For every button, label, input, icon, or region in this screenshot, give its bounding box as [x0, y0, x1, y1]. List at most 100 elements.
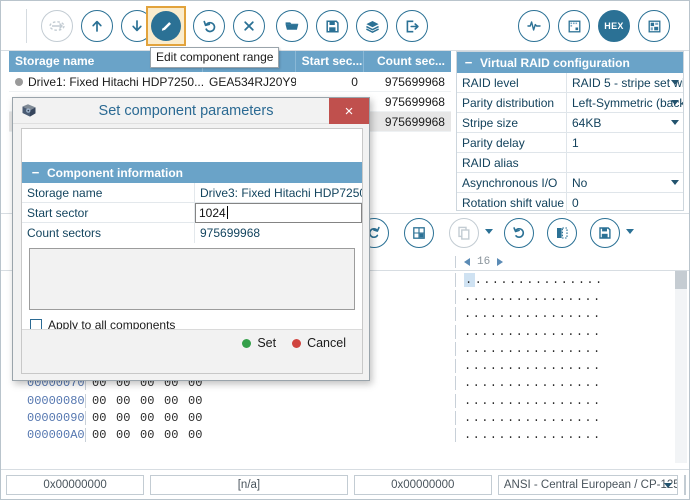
remove-icon[interactable] — [233, 10, 265, 42]
cell-storage-id: GEA534RJ20Y9TA — [208, 74, 296, 89]
main-toolbar: HEX — [1, 1, 689, 51]
field-value-storage-name: Drive3: Fixed Hitachi HDP725050GLA360 — [200, 185, 362, 200]
partition-icon[interactable] — [638, 10, 670, 42]
book-view-icon[interactable] — [547, 218, 577, 248]
raid-row-rotation-shift: Rotation shift value 0 — [457, 193, 683, 213]
column-header-count-sectors[interactable]: Count sec... — [364, 51, 451, 72]
raid-key-parity-distribution: Parity distribution — [457, 92, 567, 113]
table-row[interactable]: Drive1: Fixed Hitachi HDP7250... GEA534R… — [9, 72, 451, 92]
hex-ascii[interactable]: ................ — [455, 307, 689, 322]
field-label-storage-name: Storage name — [22, 182, 195, 203]
hex-ascii[interactable]: ................ — [455, 272, 689, 287]
copy-dropdown-caret-icon[interactable] — [485, 229, 493, 234]
copy-icon[interactable] — [449, 218, 479, 248]
status-offset-hex[interactable]: 0x00000000 — [6, 474, 145, 495]
hex-ascii-header: 16 — [455, 256, 689, 268]
hex-row[interactable]: 00000090 00 00 00 00 00 ................ — [1, 409, 689, 426]
cell-count-sectors: 975699968 — [384, 74, 445, 89]
save-icon[interactable] — [316, 10, 348, 42]
grid-map-icon[interactable] — [558, 10, 590, 42]
hex-row[interactable]: 00000080 00 00 00 00 00 ................ — [1, 392, 689, 409]
raid-value-alias[interactable] — [567, 153, 683, 173]
hex-ascii[interactable]: ................ — [455, 428, 689, 443]
save-dropdown-caret-icon[interactable] — [626, 229, 634, 234]
cancel-button[interactable]: Cancel — [292, 336, 346, 350]
chevron-down-icon[interactable] — [671, 179, 679, 185]
move-up-icon[interactable] — [81, 10, 113, 42]
app-disk-icon — [20, 102, 38, 120]
raid-value-parity-delay[interactable]: 1 — [567, 133, 683, 153]
waveform-icon[interactable] — [518, 10, 550, 42]
hex-ascii[interactable]: ................ — [455, 341, 689, 356]
start-sector-value: 1024 — [199, 205, 226, 220]
edit-pencil-circle — [151, 11, 181, 41]
raid-value-parity-distribution[interactable]: Left-Symmetric (backward dynamic) — [567, 93, 683, 113]
raid-value-level[interactable]: RAID 5 - stripe set with parity — [567, 73, 683, 93]
cancel-button-label: Cancel — [307, 336, 346, 350]
column-header-start-sector[interactable]: Start sec... — [296, 51, 364, 72]
raid-row-parity-delay: Parity delay 1 — [457, 132, 683, 153]
raid-level-text: RAID 5 - stripe set with parity — [572, 75, 683, 90]
raid-value-stripe-size[interactable]: 64KB — [567, 113, 683, 133]
status-selection-hex[interactable]: 0x00000000 — [353, 474, 492, 495]
chevron-down-icon[interactable] — [671, 99, 679, 105]
set-component-parameters-dialog: Set component parameters × − Component i… — [12, 97, 370, 381]
status-selection[interactable]: [n/a] — [150, 474, 348, 495]
field-row-storage-name: Storage name Drive3: Fixed Hitachi HDP72… — [22, 182, 362, 203]
selected-tool-highlight — [146, 6, 186, 46]
raid-key-async-io: Asynchronous I/O — [457, 172, 567, 193]
hex-scrollbar-track[interactable] — [675, 271, 687, 463]
page-next-icon[interactable] — [497, 258, 504, 266]
hex-scrollbar-thumb[interactable] — [675, 271, 687, 289]
hex-bytes[interactable]: 0000000000 — [85, 411, 455, 426]
dialog-action-bar: Set Cancel — [22, 329, 362, 373]
layers-icon[interactable] — [356, 10, 388, 42]
start-sector-input[interactable]: 1024 — [195, 202, 362, 223]
open-folder-icon[interactable] — [276, 10, 308, 42]
hex-ascii[interactable]: ................ — [455, 411, 689, 426]
chevron-down-icon[interactable] — [664, 482, 672, 488]
cell-count-sectors: 975699968 — [384, 94, 445, 109]
hex-ascii[interactable]: ................ — [455, 359, 689, 374]
undo-icon[interactable] — [193, 10, 225, 42]
chevron-down-icon[interactable] — [671, 119, 679, 125]
encoding-label: ANSI - Central European / CP-1250 — [503, 478, 678, 491]
export-icon[interactable] — [396, 10, 428, 42]
raid-key-parity-delay: Parity delay — [457, 132, 567, 153]
hex-bytes[interactable]: 0000000000 — [85, 393, 455, 408]
set-button[interactable]: Set — [242, 336, 276, 350]
status-encoding-select[interactable]: ANSI - Central European / CP-1250 — [497, 474, 678, 495]
grid-select-icon[interactable] — [404, 218, 434, 248]
save-hex-icon[interactable] — [590, 218, 620, 248]
hex-ascii[interactable]: ................ — [455, 289, 689, 304]
dialog-title-bar[interactable]: Set component parameters × — [13, 98, 369, 124]
hex-ascii[interactable]: ................ — [455, 393, 689, 408]
hex-row[interactable]: 000000A0 00 00 00 00 00 ................ — [1, 427, 689, 444]
hex-ascii[interactable]: ................ — [455, 324, 689, 339]
raid-value-rotation-shift[interactable]: 0 — [567, 193, 683, 213]
collapse-icon[interactable]: − — [31, 166, 40, 179]
cancel-status-dot-icon — [292, 338, 302, 348]
scan-disks-icon[interactable] — [41, 10, 73, 42]
dialog-body: − Component information Storage name Dri… — [21, 128, 363, 374]
chevron-down-icon[interactable] — [671, 79, 679, 85]
raid-panel-header[interactable]: − Virtual RAID configuration — [457, 52, 683, 73]
field-row-start-sector: Start sector 1024 — [22, 202, 362, 223]
status-spare-field[interactable] — [684, 474, 686, 495]
hex-view-button[interactable]: HEX — [598, 10, 630, 42]
raid-value-async-io[interactable]: No — [567, 173, 683, 193]
async-io-text: No — [572, 175, 588, 190]
component-information-header[interactable]: − Component information — [22, 162, 362, 183]
hex-button-label: HEX — [604, 21, 624, 31]
reload-icon[interactable] — [504, 218, 534, 248]
page-prev-icon[interactable] — [464, 258, 470, 266]
edit-component-range-icon[interactable] — [146, 6, 186, 46]
toolbar-tooltip: Edit component range — [150, 47, 280, 68]
collapse-icon[interactable]: − — [464, 56, 473, 69]
field-label-count-sectors: Count sectors — [22, 223, 195, 243]
notes-area[interactable] — [29, 248, 355, 310]
raid-row-parity-distribution: Parity distribution Left-Symmetric (back… — [457, 92, 683, 113]
hex-ascii[interactable]: ................ — [455, 376, 689, 391]
close-icon[interactable]: × — [329, 98, 369, 124]
hex-bytes[interactable]: 0000000000 — [85, 428, 455, 443]
